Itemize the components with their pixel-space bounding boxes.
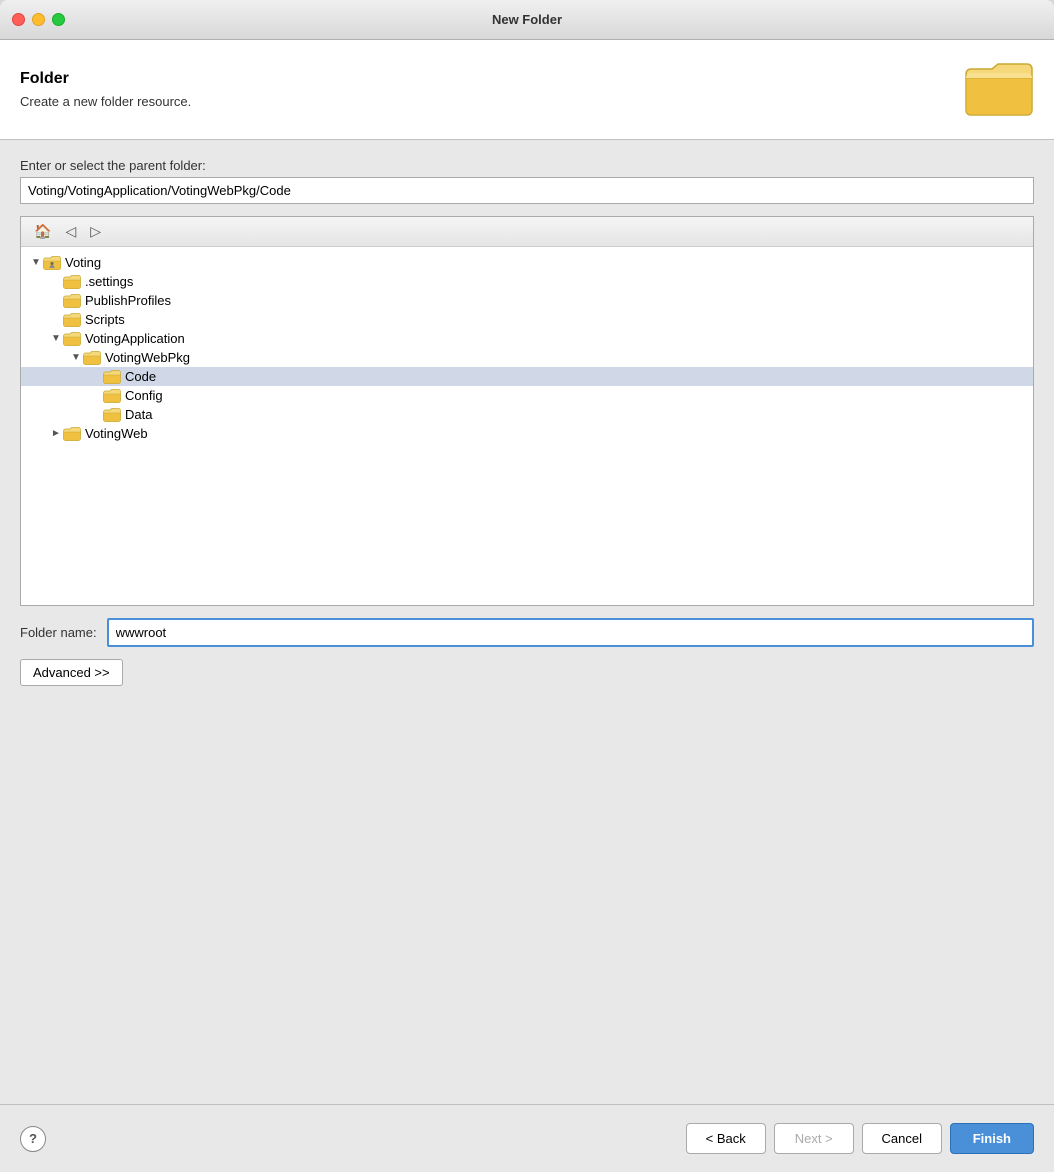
folder-name-input[interactable] (107, 618, 1034, 647)
cancel-button[interactable]: Cancel (862, 1123, 942, 1154)
parent-folder-label: Enter or select the parent folder: (20, 158, 1034, 173)
bottom-left: ? (20, 1126, 46, 1152)
advanced-section: Advanced >> (20, 659, 1034, 686)
folder-icon-scripts (63, 313, 81, 327)
toggle-voting[interactable]: ▼ (29, 257, 43, 268)
parent-folder-input[interactable] (20, 177, 1034, 204)
back-button[interactable]: < Back (686, 1123, 766, 1154)
toggle-votingwebpkg[interactable]: ▼ (69, 352, 83, 363)
toggle-votingweb[interactable]: ► (49, 428, 63, 439)
folder-icon-publishprofiles (63, 294, 81, 308)
bottom-right: < Back Next > Cancel Finish (686, 1123, 1034, 1154)
tree-body[interactable]: ▼ Voting .settings PublishProfiles Scrip… (21, 247, 1033, 605)
titlebar: New Folder (0, 0, 1054, 40)
back-nav-button[interactable]: ◁ (60, 220, 81, 243)
folder-icon-large (964, 60, 1034, 120)
header-text: Folder Create a new folder resource. (20, 70, 191, 109)
minimize-button[interactable] (32, 13, 45, 26)
help-button[interactable]: ? (20, 1126, 46, 1152)
tree-item-scripts[interactable]: Scripts (21, 310, 1033, 329)
tree-label-config: Config (125, 388, 163, 403)
toggle-votingapplication[interactable]: ▼ (49, 333, 63, 344)
maximize-button[interactable] (52, 13, 65, 26)
folder-icon-config (103, 389, 121, 403)
header-subtitle: Create a new folder resource. (20, 94, 191, 109)
folder-name-row: Folder name: (20, 618, 1034, 647)
tree-label-publishprofiles: PublishProfiles (85, 293, 171, 308)
header-section: Folder Create a new folder resource. (0, 40, 1054, 140)
folder-icon-votingweb (63, 427, 81, 441)
tree-label-code: Code (125, 369, 156, 384)
advanced-button[interactable]: Advanced >> (20, 659, 123, 686)
tree-label-votingwebpkg: VotingWebPkg (105, 350, 190, 365)
folder-name-label: Folder name: (20, 625, 97, 640)
tree-item-votingweb[interactable]: ► VotingWeb (21, 424, 1033, 443)
tree-toolbar: 🏠 ◁ ▷ (21, 217, 1033, 247)
main-content: Enter or select the parent folder: 🏠 ◁ ▷… (0, 140, 1054, 1104)
tree-label-votingapplication: VotingApplication (85, 331, 185, 346)
tree-item-code[interactable]: Code (21, 367, 1033, 386)
tree-label-settings: .settings (85, 274, 133, 289)
tree-item-votingapplication[interactable]: ▼ VotingApplication (21, 329, 1033, 348)
tree-item-settings[interactable]: .settings (21, 272, 1033, 291)
tree-label-votingweb: VotingWeb (85, 426, 148, 441)
tree-item-publishprofiles[interactable]: PublishProfiles (21, 291, 1033, 310)
folder-icon-code (103, 370, 121, 384)
folder-icon-voting (43, 256, 61, 270)
finish-button[interactable]: Finish (950, 1123, 1034, 1154)
bottom-bar: ? < Back Next > Cancel Finish (0, 1104, 1054, 1172)
close-button[interactable] (12, 13, 25, 26)
folder-icon-data (103, 408, 121, 422)
tree-item-voting[interactable]: ▼ Voting (21, 253, 1033, 272)
tree-label-voting: Voting (65, 255, 101, 270)
tree-label-data: Data (125, 407, 152, 422)
next-button[interactable]: Next > (774, 1123, 854, 1154)
forward-nav-button[interactable]: ▷ (85, 220, 106, 243)
tree-label-scripts: Scripts (85, 312, 125, 327)
tree-container: 🏠 ◁ ▷ ▼ Voting .settings PublishProfiles… (20, 216, 1034, 606)
window-controls (12, 13, 65, 26)
home-button[interactable]: 🏠 (29, 220, 56, 243)
folder-icon-votingapplication (63, 332, 81, 346)
tree-item-config[interactable]: Config (21, 386, 1033, 405)
parent-folder-section: Enter or select the parent folder: (20, 158, 1034, 204)
header-title: Folder (20, 70, 191, 88)
folder-icon-votingwebpkg (83, 351, 101, 365)
window-title: New Folder (492, 12, 562, 27)
folder-icon-settings (63, 275, 81, 289)
tree-item-data[interactable]: Data (21, 405, 1033, 424)
tree-item-votingwebpkg[interactable]: ▼ VotingWebPkg (21, 348, 1033, 367)
